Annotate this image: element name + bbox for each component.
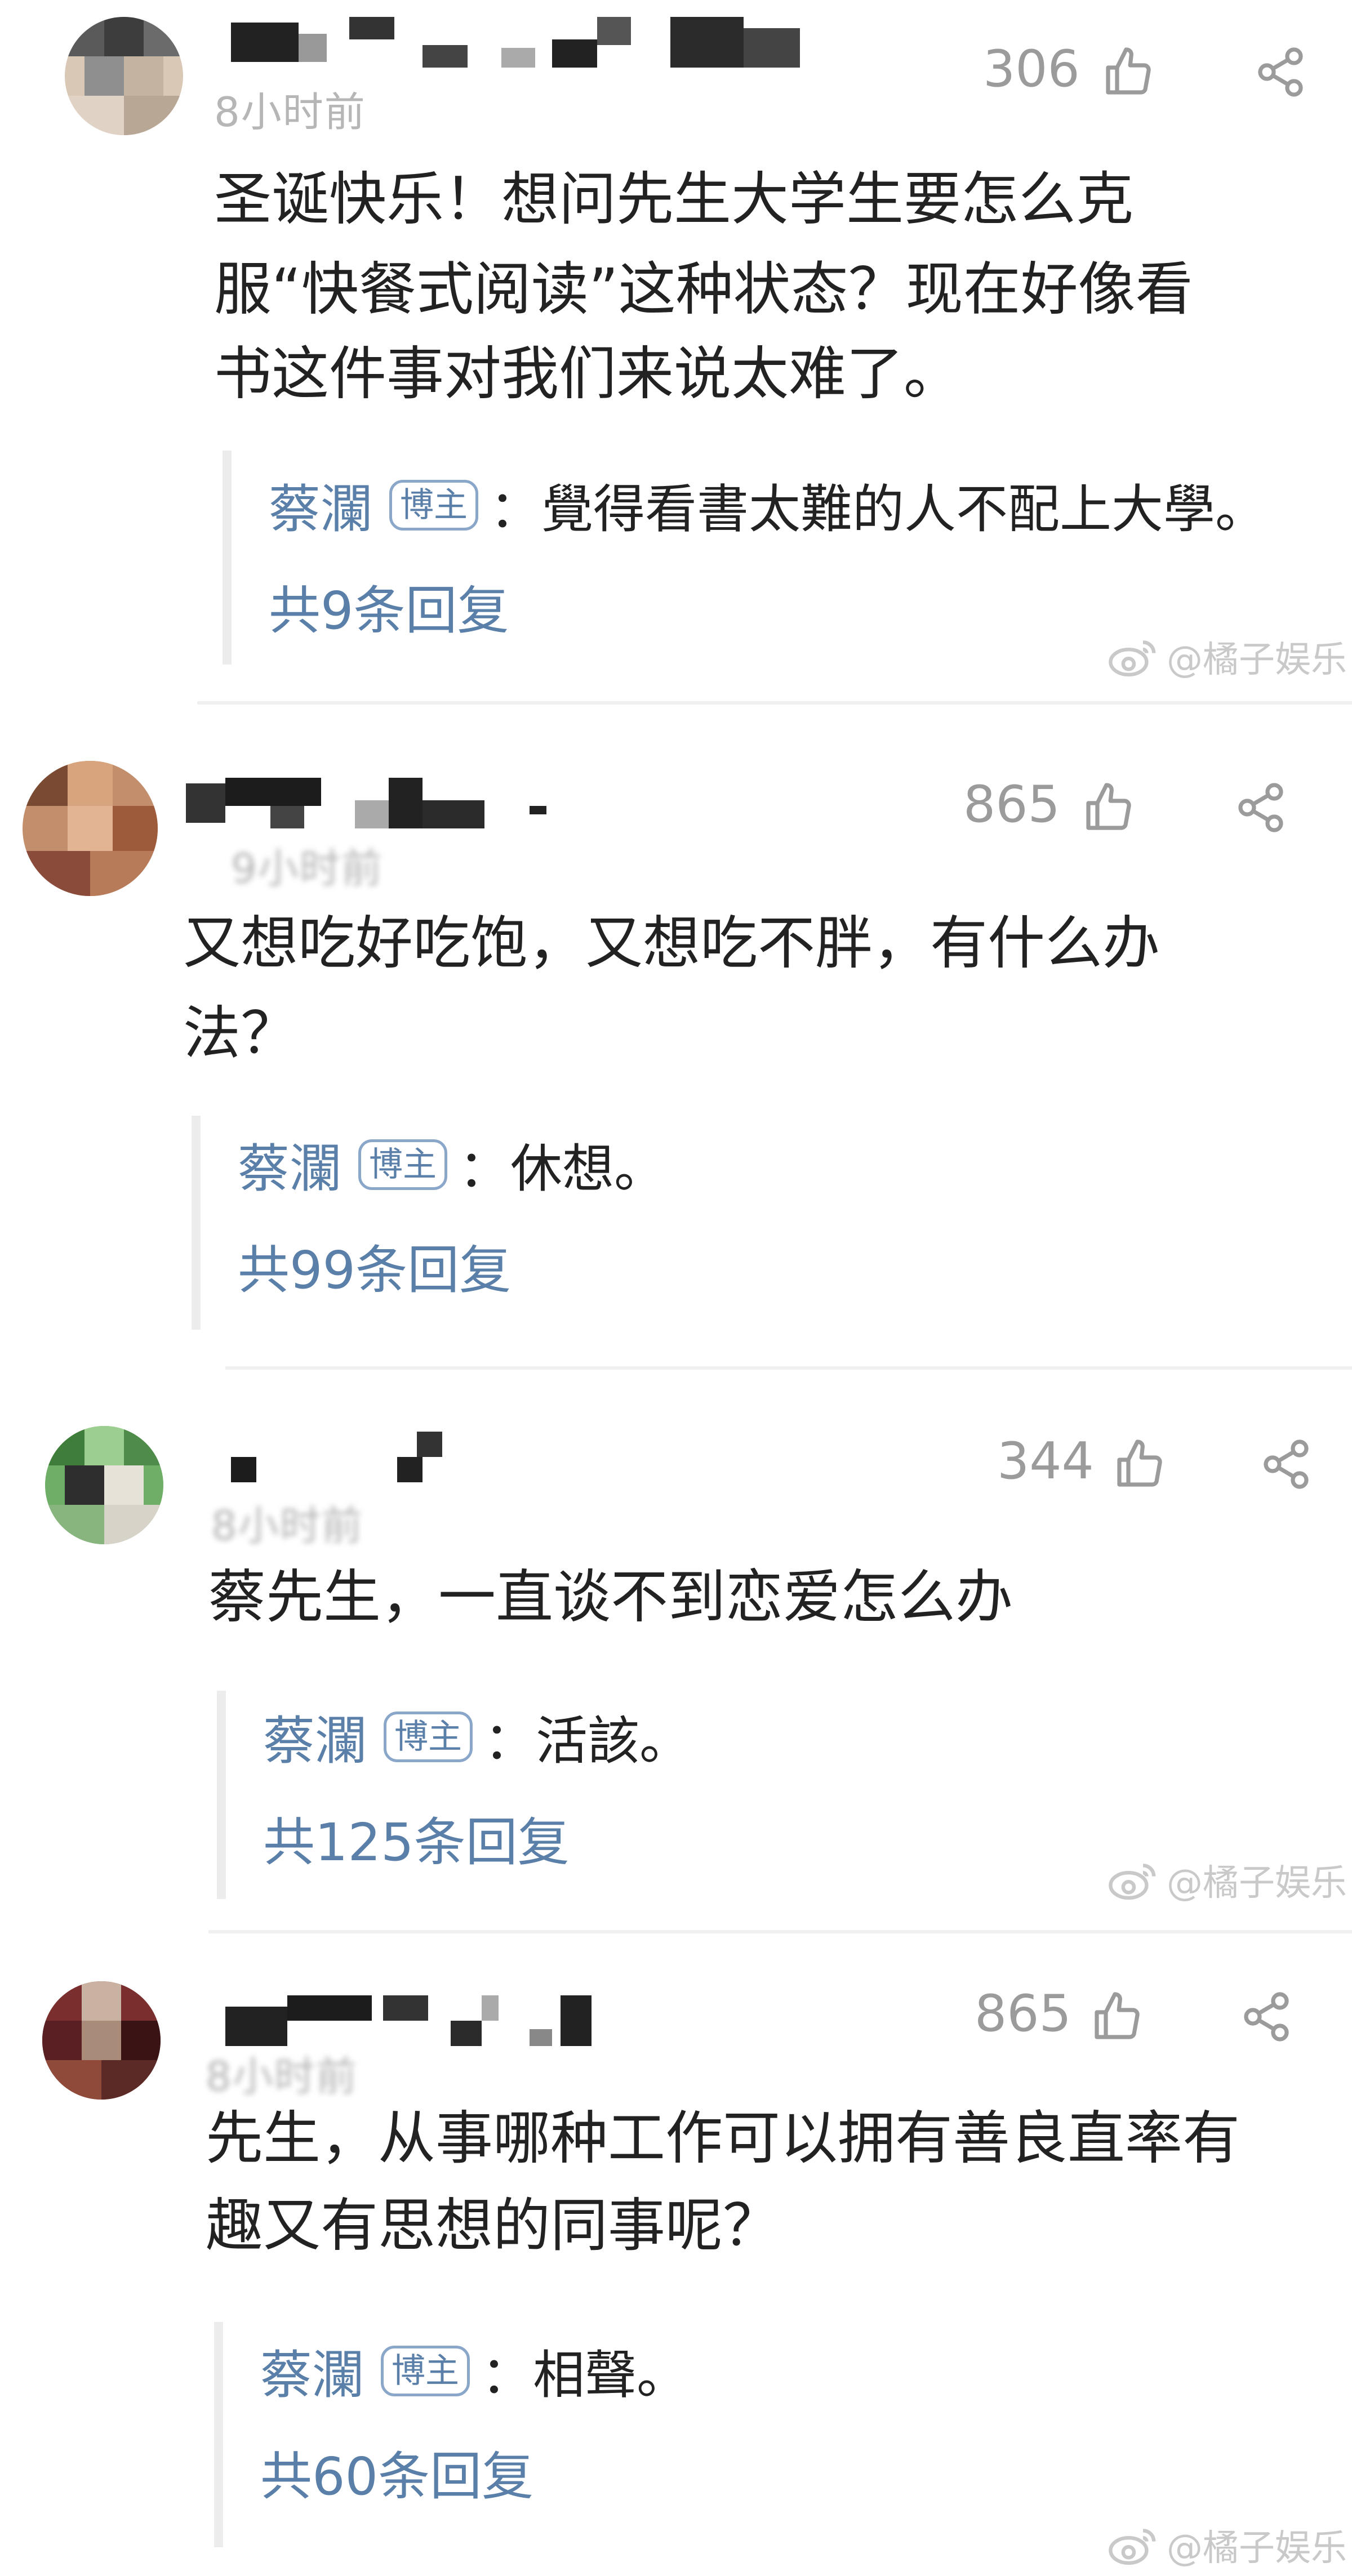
thumbs-up-icon[interactable] xyxy=(1090,1990,1144,2044)
comment-text-line: 服“快餐式阅读”这种状态？现在好像看 xyxy=(214,256,1193,323)
username-redacted[interactable] xyxy=(225,1995,597,2046)
reply-preview[interactable]: 蔡瀾 博主 ：相聲。 共60条回复 xyxy=(214,2322,1327,2547)
reply-author[interactable]: 蔡瀾 xyxy=(269,467,372,542)
weibo-logo-icon xyxy=(1107,2523,1161,2567)
username-redacted[interactable] xyxy=(231,1432,468,1482)
watermark: @橘子娱乐 xyxy=(1107,2519,1347,2571)
comment-text-line: 圣诞快乐！想问先生大学生要怎么克 xyxy=(214,166,1133,233)
thumbs-up-icon[interactable] xyxy=(1113,1437,1167,1491)
reply-text: ：休想。 xyxy=(459,1139,666,1199)
avatar[interactable] xyxy=(45,1426,163,1544)
comment-time: 8小时前 xyxy=(211,1502,363,1549)
like-count: 344 xyxy=(997,1432,1094,1491)
share-icon[interactable] xyxy=(1259,1437,1313,1491)
comment-text-line: 法？ xyxy=(183,1000,298,1067)
comment-item: 8小时前 306 圣诞快乐！想问先生大学生要怎么克 服“快餐式阅读”这种状态？现… xyxy=(0,0,1352,705)
reply-preview[interactable]: 蔡瀾 博主 ：休想。 共99条回复 xyxy=(192,1116,1327,1330)
thumbs-up-icon[interactable] xyxy=(1082,781,1136,835)
weibo-logo-icon xyxy=(1107,1858,1161,1902)
like-count: 306 xyxy=(983,39,1080,99)
comment-text-line: 书这件事对我们来说太难了。 xyxy=(214,341,961,408)
comment-time: 8小时前 xyxy=(214,88,366,136)
username-redacted[interactable] xyxy=(186,778,569,828)
like-count: 865 xyxy=(963,775,1060,834)
thumbs-up-icon[interactable] xyxy=(1101,45,1155,99)
avatar[interactable] xyxy=(65,17,183,135)
author-badge: 博主 xyxy=(381,2345,470,2396)
comment-text-line: 又想吃好吃饱，又想吃不胖，有什么办 xyxy=(183,910,1160,977)
reply-author[interactable]: 蔡瀾 xyxy=(238,1127,341,1202)
username-redacted[interactable] xyxy=(231,17,800,68)
watermark: @橘子娱乐 xyxy=(1107,631,1347,683)
share-icon[interactable] xyxy=(1253,45,1307,99)
reply-count-link[interactable]: 共9条回复 xyxy=(269,569,509,644)
share-icon[interactable] xyxy=(1239,1990,1293,2044)
reply-author[interactable]: 蔡瀾 xyxy=(260,2333,364,2408)
author-badge: 博主 xyxy=(384,1711,473,1762)
comment-time: 8小时前 xyxy=(206,2053,358,2100)
reply-count-link[interactable]: 共125条回复 xyxy=(263,1800,570,1875)
reply-author[interactable]: 蔡瀾 xyxy=(263,1699,367,1774)
avatar[interactable] xyxy=(23,761,158,896)
avatar[interactable] xyxy=(42,1981,161,2100)
share-icon[interactable] xyxy=(1234,781,1288,835)
reply-count-link[interactable]: 共60条回复 xyxy=(260,2435,533,2510)
comment-text-line: 趣又有思想的同事呢？ xyxy=(206,2192,780,2259)
watermark: @橘子娱乐 xyxy=(1107,1854,1347,1906)
comment-time: 9小时前 xyxy=(231,845,383,892)
like-count: 865 xyxy=(975,1984,1071,2043)
comment-text-line: 蔡先生，一直谈不到恋爱怎么办 xyxy=(208,1564,1013,1631)
reply-text: ：相聲。 xyxy=(481,2345,689,2405)
reply-count-link[interactable]: 共99条回复 xyxy=(238,1228,511,1303)
author-badge: 博主 xyxy=(389,479,479,531)
comment-item: 8小时前 865 先生，从事哪种工作可以拥有善良直率有 趣又有思想的同事呢？ 蔡… xyxy=(0,1933,1352,2576)
weibo-logo-icon xyxy=(1107,635,1161,679)
comment-item: 8小时前 344 蔡先生，一直谈不到恋爱怎么办 蔡瀾 博主 ：活該。 共125条… xyxy=(0,1370,1352,1933)
comment-item: 9小时前 865 又想吃好吃饱，又想吃不胖，有什么办 法？ 蔡瀾 博主 ：休想。… xyxy=(0,705,1352,1370)
author-badge: 博主 xyxy=(358,1139,448,1190)
reply-text: ：覺得看書太難的人不配上大學。 xyxy=(490,479,1268,540)
comment-text-line: 先生，从事哪种工作可以拥有善良直率有 xyxy=(206,2105,1240,2172)
reply-text: ：活該。 xyxy=(484,1711,692,1771)
